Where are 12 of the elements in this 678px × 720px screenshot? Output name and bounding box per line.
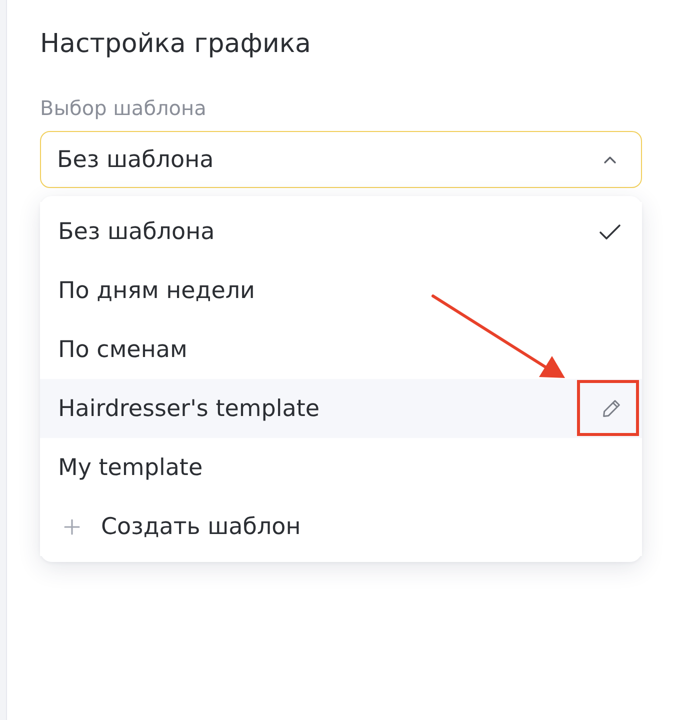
dropdown-option[interactable]: Hairdresser's template	[40, 379, 642, 438]
dropdown-option[interactable]: Без шаблона	[40, 202, 642, 261]
dropdown-option[interactable]: My template	[40, 438, 642, 497]
template-select[interactable]: Без шаблона	[40, 131, 642, 188]
create-template-item[interactable]: Создать шаблон	[40, 497, 642, 556]
plus-icon	[64, 518, 80, 534]
dropdown-option[interactable]: По сменам	[40, 320, 642, 379]
panel-title: Настройка графика	[40, 29, 312, 59]
field-label: Выбор шаблона	[40, 96, 208, 120]
highlight-frame	[577, 380, 639, 436]
edit-pencil-icon[interactable]	[602, 399, 621, 418]
dropdown-option[interactable]: По дням недели	[40, 261, 642, 320]
